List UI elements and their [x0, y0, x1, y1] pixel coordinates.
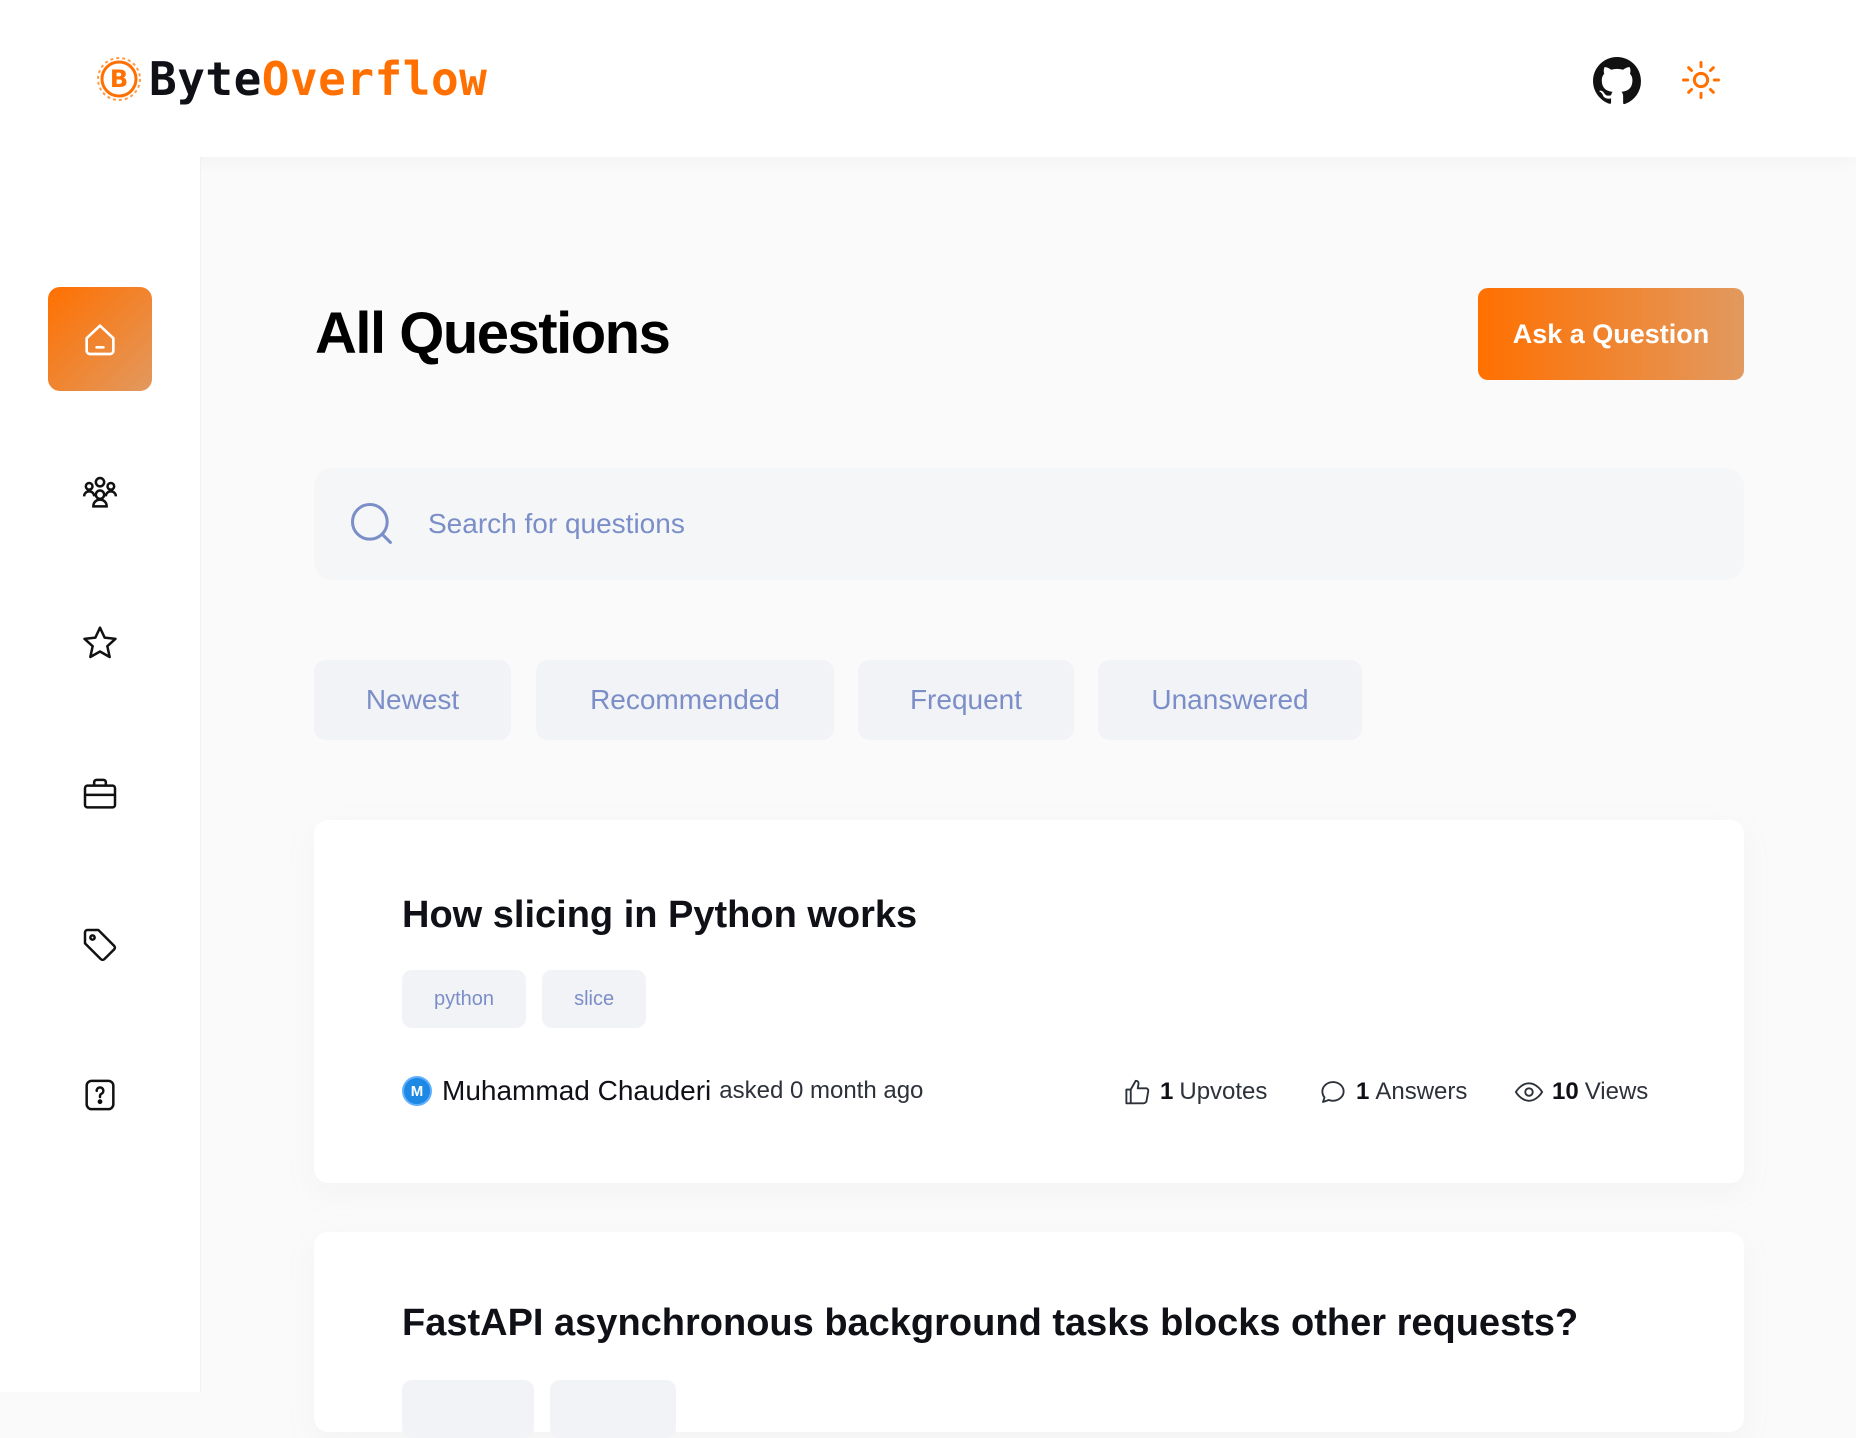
sidebar-item-community[interactable]	[48, 441, 152, 545]
filter-unanswered[interactable]: Unanswered	[1098, 660, 1362, 740]
bitcoin-logo-icon: B	[97, 57, 141, 101]
upvotes-count: 1	[1160, 1078, 1174, 1105]
search-bar[interactable]	[314, 468, 1744, 580]
eye-icon	[1514, 1082, 1544, 1102]
question-tags	[402, 1380, 676, 1438]
tag-icon	[83, 928, 117, 962]
question-card: FastAPI asynchronous background tasks bl…	[314, 1232, 1744, 1438]
author-name[interactable]: Muhammad Chauderi	[442, 1075, 711, 1107]
upvotes-label: Upvotes	[1179, 1078, 1268, 1105]
answers-count: 1	[1356, 1078, 1370, 1105]
tag-chip[interactable]	[402, 1380, 534, 1438]
brand-name-part2: Overflow	[261, 52, 488, 106]
sidebar-item-ask-question[interactable]	[48, 1043, 152, 1147]
github-icon[interactable]	[1592, 56, 1642, 106]
sidebar-item-collections[interactable]	[48, 591, 152, 695]
briefcase-icon	[83, 778, 117, 809]
left-sidebar	[0, 157, 201, 1392]
filter-newest[interactable]: Newest	[314, 660, 511, 740]
brand-name: ByteOverflow	[149, 52, 487, 106]
question-author-meta: M Muhammad Chauderi asked 0 month ago	[402, 1075, 923, 1107]
filter-recommended[interactable]: Recommended	[536, 660, 834, 740]
page-title: All Questions	[315, 301, 671, 366]
question-title[interactable]: FastAPI asynchronous background tasks bl…	[402, 1302, 1578, 1345]
views-metric: 10 Views	[1514, 1077, 1648, 1107]
top-navbar: B ByteOverflow	[0, 0, 1856, 157]
sun-icon[interactable]	[1681, 60, 1721, 100]
answers-metric: 1 Answers	[1318, 1077, 1467, 1107]
search-icon	[350, 502, 392, 544]
sidebar-item-jobs[interactable]	[48, 742, 152, 846]
upvotes-metric: 1 Upvotes	[1122, 1077, 1267, 1107]
thumbs-up-icon	[1125, 1079, 1150, 1105]
question-tags: python slice	[402, 970, 647, 1028]
community-icon	[82, 476, 118, 508]
comment-icon	[1321, 1081, 1345, 1103]
tag-python[interactable]: python	[402, 970, 527, 1028]
views-label: Views	[1584, 1078, 1649, 1105]
brand-logo[interactable]: B ByteOverflow	[95, 52, 487, 106]
answers-label: Answers	[1375, 1078, 1468, 1105]
tag-chip[interactable]	[550, 1380, 676, 1438]
sidebar-item-tags[interactable]	[48, 893, 152, 997]
avatar[interactable]: M	[402, 1076, 432, 1106]
star-icon	[83, 626, 117, 659]
tag-slice[interactable]: slice	[542, 970, 647, 1028]
search-input[interactable]	[428, 508, 1628, 540]
home-icon	[85, 324, 115, 356]
question-title[interactable]: How slicing in Python works	[402, 894, 917, 937]
ask-question-button[interactable]: Ask a Question	[1478, 288, 1744, 380]
question-icon	[85, 1079, 115, 1111]
brand-name-part1: Byte	[149, 52, 262, 106]
filter-frequent[interactable]: Frequent	[858, 660, 1074, 740]
question-card: How slicing in Python works python slice…	[314, 820, 1744, 1183]
svg-text:B: B	[110, 65, 128, 93]
asked-time: asked 0 month ago	[719, 1077, 924, 1104]
views-count: 10	[1552, 1078, 1579, 1105]
sidebar-item-home[interactable]	[48, 287, 152, 391]
